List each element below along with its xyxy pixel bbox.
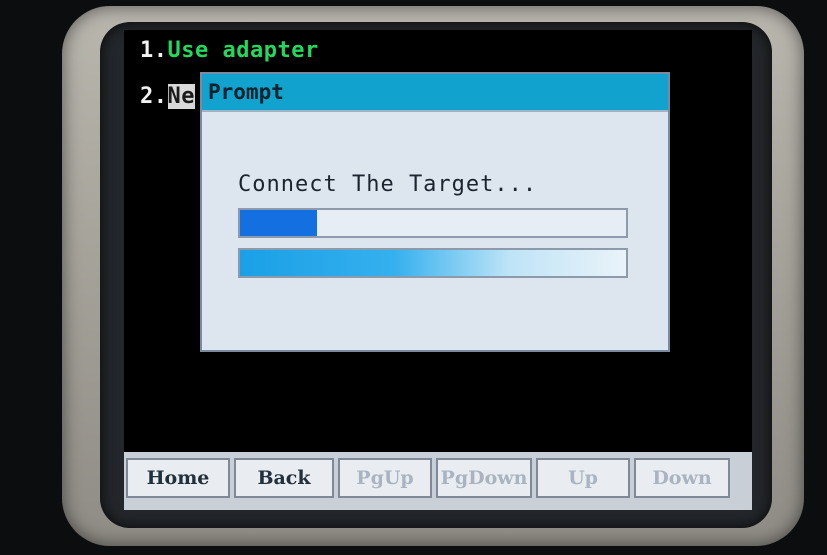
back-button[interactable]: Back bbox=[234, 458, 334, 498]
down-button[interactable]: Down bbox=[634, 458, 730, 498]
progress-bar-secondary bbox=[238, 248, 628, 278]
progress-bar-primary bbox=[238, 208, 628, 238]
prompt-dialog: Prompt Connect The Target... bbox=[200, 72, 670, 352]
dialog-title: Prompt bbox=[202, 74, 668, 112]
menu-item-label: Use adapter bbox=[167, 38, 319, 63]
menu-item-use-adapter[interactable]: 1.Use adapter bbox=[140, 38, 319, 63]
progress-fill-secondary bbox=[240, 250, 626, 276]
pgup-button[interactable]: PgUp bbox=[338, 458, 432, 498]
device-screen: 1.Use adapter 2.Ne Prompt Connect The Ta… bbox=[124, 30, 752, 510]
dialog-message: Connect The Target... bbox=[238, 172, 538, 197]
menu-item-number: 2. bbox=[140, 84, 168, 109]
pgdown-button[interactable]: PgDown bbox=[436, 458, 532, 498]
softkey-bar: Home Back PgUp PgDown Up Down bbox=[124, 452, 752, 510]
home-button[interactable]: Home bbox=[126, 458, 230, 498]
menu-item-label: Ne bbox=[167, 84, 195, 109]
progress-fill-primary bbox=[240, 210, 318, 236]
menu-item-number: 1. bbox=[140, 38, 168, 63]
up-button[interactable]: Up bbox=[536, 458, 630, 498]
menu-item-2[interactable]: 2.Ne bbox=[140, 84, 195, 109]
